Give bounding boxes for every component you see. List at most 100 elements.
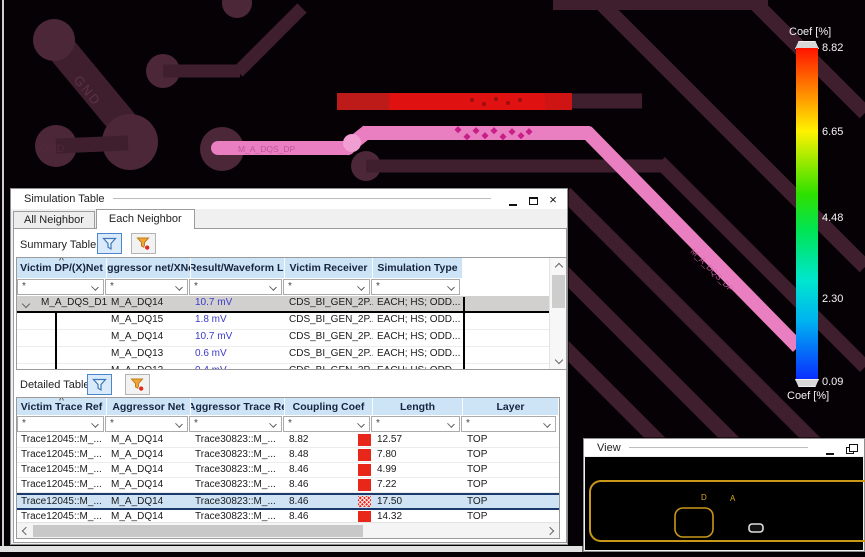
simulation-table-window: Simulation Table × All Neighbor Each Nei…	[10, 188, 568, 545]
summary-table-header: ^ Victim DP/(X)Net Aggressor net/XNet Re…	[17, 258, 566, 278]
aggressor-net-cell: M_A_DQ14	[111, 479, 164, 490]
receiver-cell: CDS_BI_GEN_2P...	[289, 297, 373, 308]
column-header-victim-trace-ref[interactable]: ^ Victim Trace Ref	[17, 398, 107, 415]
summary-clear-filter-button[interactable]	[131, 233, 156, 254]
coupling-coef-cell: 8.46	[285, 463, 373, 477]
detailed-row-selected[interactable]: Trace12045::M_... M_A_DQ14 Trace30823::M…	[17, 493, 559, 510]
filter-victim-trace[interactable]: *	[17, 416, 104, 432]
chevron-down-icon	[269, 420, 277, 428]
filter-aggressor-net[interactable]: *	[105, 416, 188, 432]
simulation-window-titlebar[interactable]: Simulation Table ×	[11, 189, 567, 209]
maximize-button[interactable]	[525, 192, 541, 206]
detailed-clear-filter-button[interactable]	[125, 374, 150, 395]
column-header-victim-receiver[interactable]: Victim Receiver	[285, 258, 373, 278]
detailed-row[interactable]: Trace12045::M_... M_A_DQ14 Trace30823::M…	[17, 478, 559, 493]
scrollbar-thumb[interactable]	[33, 525, 363, 537]
filter-layer[interactable]: *	[461, 416, 556, 432]
scrollbar-thumb[interactable]	[552, 275, 565, 308]
minimize-button[interactable]	[822, 441, 838, 455]
coef-color-swatch	[358, 434, 371, 446]
chevron-down-icon	[175, 420, 183, 428]
filter-result[interactable]: *	[189, 279, 282, 295]
sim-type-cell: EACH; HS; ODD...	[377, 331, 461, 342]
column-header-coupling-coef[interactable]: Coupling Coef	[285, 398, 373, 415]
filter-funnel-icon	[102, 237, 117, 250]
tab-each-neighbor[interactable]: Each Neighbor	[95, 209, 195, 229]
summary-table-label: Summary Table	[20, 239, 97, 251]
filter-receiver[interactable]: *	[283, 279, 370, 295]
result-link[interactable]: 0.4 mV	[191, 364, 285, 369]
summary-row[interactable]: M_A_DQ15 1.8 mV CDS_BI_GEN_2P... EACH; H…	[17, 313, 566, 330]
detailed-row[interactable]: Trace12045::M_... M_A_DQ14 Trace30823::M…	[17, 448, 559, 463]
length-cell: 7.80	[377, 449, 397, 460]
column-header-result-waveform[interactable]: Result/Waveform Li	[191, 258, 285, 278]
result-link[interactable]: 10.7 mV	[191, 330, 285, 346]
summary-filter-button[interactable]	[97, 233, 122, 254]
length-cell: 7.22	[377, 479, 397, 490]
aggressor-net-cell: M_A_DQ13	[111, 348, 164, 359]
filter-coupling-coef[interactable]: *	[283, 416, 370, 432]
result-link[interactable]: 0.6 mV	[191, 347, 285, 363]
column-header-simulation-type[interactable]: Simulation Type	[373, 258, 463, 278]
aggressor-net-cell: M_A_DQ14	[111, 331, 164, 342]
window-title: View	[597, 441, 621, 454]
result-link[interactable]: 10.7 mV	[191, 296, 285, 311]
filter-aggressor-trace[interactable]: *	[189, 416, 282, 432]
tab-all-neighbor[interactable]: All Neighbor	[13, 211, 95, 229]
minimize-button[interactable]	[505, 192, 521, 206]
board-outline	[589, 480, 865, 542]
summary-row[interactable]: M_A_DQ12 0.4 mV CDS_BI_GEN_2P... EACH; H…	[17, 364, 566, 369]
maximize-icon	[528, 197, 538, 205]
chevron-down-icon	[269, 283, 277, 291]
summary-row-group[interactable]: M_A_DQS_D1 M_A_DQ14 10.7 mV CDS_BI_GEN_2…	[17, 296, 566, 313]
filter-aggressor-net[interactable]: *	[105, 279, 188, 295]
column-header-victim-net[interactable]: ^ Victim DP/(X)Net	[17, 258, 107, 278]
titlebar-groove	[628, 446, 808, 449]
summary-row[interactable]: M_A_DQ14 10.7 mV CDS_BI_GEN_2P... EACH; …	[17, 330, 566, 347]
scroll-left-button[interactable]	[17, 523, 32, 538]
aggressor-trace-cell: Trace30823::M_...	[195, 464, 276, 475]
aggressor-trace-cell: Trace30823::M_...	[195, 449, 276, 460]
chevron-down-icon	[357, 420, 365, 428]
scroll-up-button[interactable]	[550, 258, 566, 273]
detailed-filter-button[interactable]	[87, 374, 112, 395]
filter-length[interactable]: *	[371, 416, 460, 432]
column-header-length[interactable]: Length	[373, 398, 463, 415]
layer-cell: TOP	[467, 434, 488, 445]
summary-vertical-scrollbar[interactable]	[549, 258, 566, 369]
result-link[interactable]: 1.8 mV	[191, 313, 285, 329]
pcb-trace-red-aggressor[interactable]	[337, 93, 572, 110]
detailed-horizontal-scrollbar[interactable]	[17, 522, 559, 538]
chevron-down-icon	[543, 420, 551, 428]
summary-row[interactable]: M_A_DQ13 0.6 mV CDS_BI_GEN_2P... EACH; H…	[17, 347, 566, 364]
chevron-down-icon	[447, 420, 455, 428]
group-tree-line	[55, 313, 57, 369]
board-marker-label: D	[701, 493, 707, 502]
chevron-down-icon	[554, 355, 563, 365]
color-scale-title-top: Coef [%]	[789, 26, 832, 38]
column-header-aggressor-net[interactable]: Aggressor net/XNet	[107, 258, 191, 278]
minimize-icon	[826, 452, 834, 455]
scroll-down-button[interactable]	[550, 354, 566, 369]
close-button[interactable]: ×	[545, 192, 561, 206]
screen: { "pcb": { "labels": { "gnd": "GND", "pi…	[0, 0, 865, 552]
clear-filter-funnel-icon	[130, 378, 145, 392]
column-header-aggressor-trace-ref[interactable]: Aggressor Trace Re	[191, 398, 285, 415]
view-canvas[interactable]: D A	[585, 457, 865, 550]
scroll-right-button[interactable]	[544, 523, 559, 538]
column-header-layer[interactable]: Layer	[463, 398, 559, 415]
detailed-table-header: ^ Victim Trace Ref Aggressor Net Aggress…	[17, 398, 559, 415]
component-outline	[674, 507, 714, 538]
filter-victim-net[interactable]: *	[17, 279, 104, 295]
filter-sim-type[interactable]: *	[371, 279, 460, 295]
float-button[interactable]	[842, 441, 858, 455]
column-header-aggressor-net[interactable]: Aggressor Net	[107, 398, 191, 415]
view-window-titlebar[interactable]: View	[584, 439, 864, 456]
detailed-table-label: Detailed Table	[20, 379, 90, 391]
detailed-row[interactable]: Trace12045::M_... M_A_DQ14 Trace30823::M…	[17, 463, 559, 478]
detailed-row[interactable]: Trace12045::M_... M_A_DQ14 Trace30823::M…	[17, 433, 559, 448]
victim-net-cell	[17, 347, 107, 363]
pcb-net-label-gnd-2: GND	[40, 143, 65, 155]
expand-chevron-icon[interactable]	[17, 296, 37, 311]
aggressor-net-cell: M_A_DQ14	[111, 434, 164, 445]
